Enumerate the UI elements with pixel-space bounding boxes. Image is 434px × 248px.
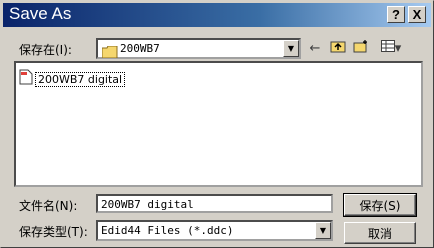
save-in-dropdown-button[interactable]: ▼	[283, 40, 299, 57]
back-arrow-icon: ←	[309, 40, 321, 56]
save-in-label: 保存在(I):	[19, 43, 72, 57]
new-folder-icon	[353, 39, 369, 57]
file-name: 200WB7 digital	[35, 71, 126, 87]
save-button[interactable]: 保存(S)	[343, 193, 417, 217]
filetype-label: 保存类型(T):	[19, 225, 88, 239]
filetype-combo[interactable]: Edid44 Files (*.ddc) ▼	[96, 220, 333, 241]
title-bar[interactable]: Save As ? X	[3, 3, 431, 27]
window-title: Save As	[9, 4, 72, 23]
up-folder-icon	[330, 39, 346, 57]
save-in-combo[interactable]: 200WB7 ▼	[96, 38, 301, 59]
folder-icon	[101, 43, 118, 62]
chevron-down-icon: ▾	[394, 40, 402, 56]
list-item[interactable]: 200WB7 digital	[19, 69, 126, 89]
cancel-button[interactable]: 取消	[344, 222, 416, 244]
view-grid-icon	[380, 40, 395, 56]
filetype-value: Edid44 Files (*.ddc)	[101, 224, 234, 237]
new-folder-button[interactable]	[352, 40, 370, 56]
chevron-down-icon: ▼	[319, 226, 327, 235]
filetype-dropdown-button[interactable]: ▼	[315, 222, 331, 239]
save-in-value: 200WB7	[120, 42, 160, 55]
close-button[interactable]: X	[408, 6, 426, 23]
back-button[interactable]: ←	[306, 40, 324, 56]
filename-input[interactable]: 200WB7 digital	[96, 194, 333, 213]
help-button[interactable]: ?	[387, 6, 405, 23]
filename-label: 文件名(N):	[19, 199, 78, 213]
filename-value: 200WB7 digital	[101, 198, 194, 211]
up-folder-button[interactable]	[329, 40, 347, 56]
view-menu-button[interactable]: ▾	[376, 40, 406, 56]
chevron-down-icon: ▼	[287, 44, 295, 53]
file-list[interactable]: 200WB7 digital	[14, 61, 423, 187]
document-icon	[19, 69, 33, 89]
save-as-dialog: Save As ? X 保存在(I): 200WB7 ▼ ← ▾ 200WB7 …	[0, 0, 434, 248]
